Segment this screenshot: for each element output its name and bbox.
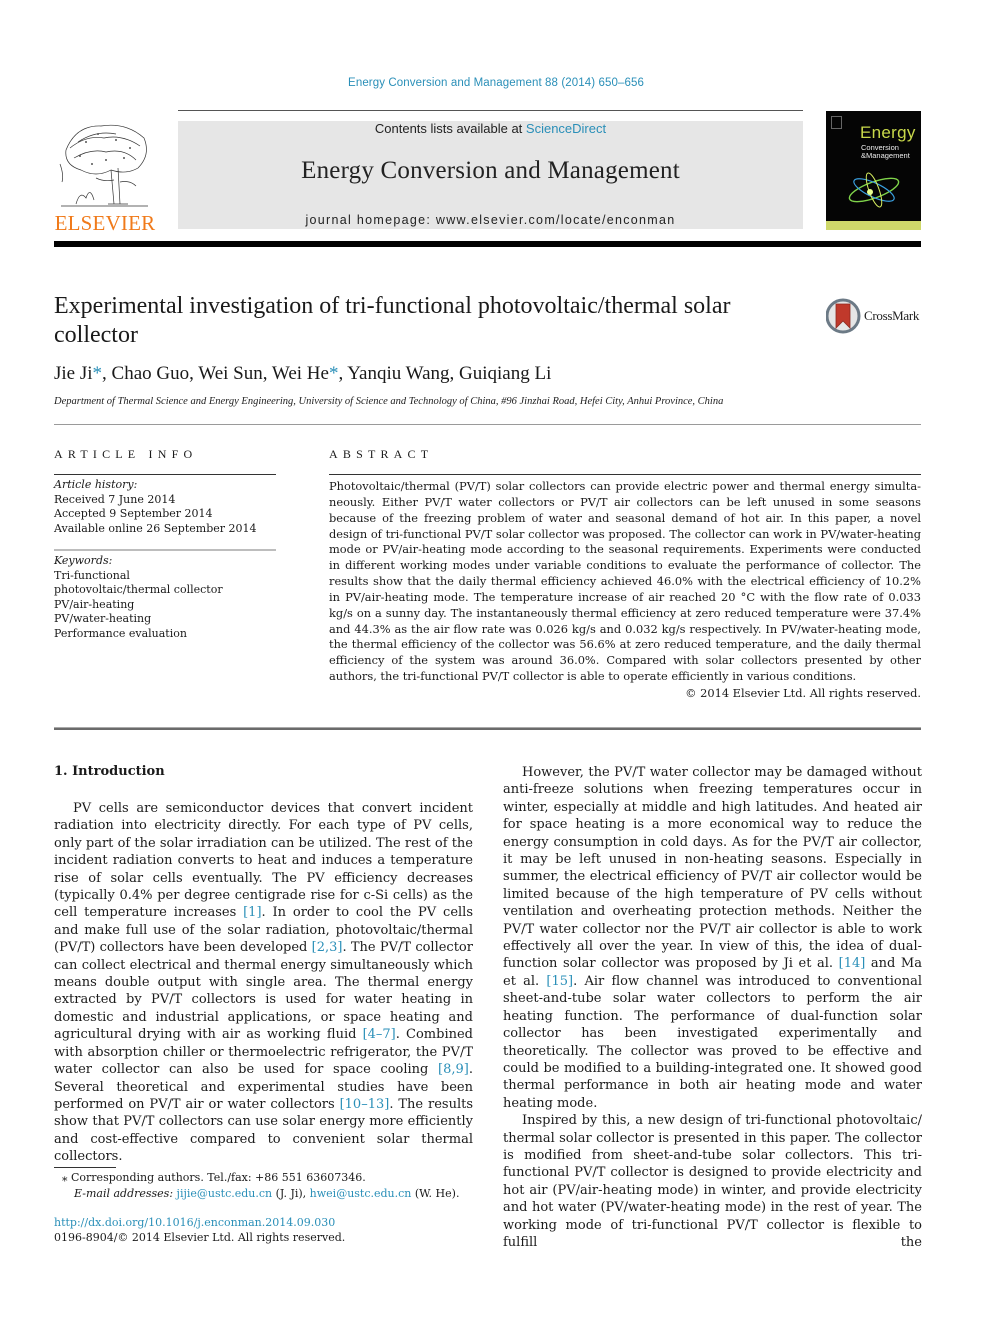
- body-text: However, the PV/T water collector may be…: [503, 765, 922, 972]
- cover-subtitle-line2: &Management: [861, 151, 910, 160]
- abstract-copyright: © 2014 Elsevier Ltd. All rights reserved…: [685, 686, 921, 700]
- keywords: Keywords: Tri-functional photovoltaic/th…: [54, 554, 244, 642]
- author-separator: ,: [189, 363, 199, 384]
- intro-paragraph-3: Inspired by this, a new design of tri-fu…: [503, 1113, 922, 1250]
- cover-energy-swirl-icon: [848, 172, 900, 208]
- article-info-divider: [54, 474, 276, 475]
- corresponding-author-marker[interactable]: *: [93, 363, 103, 384]
- contents-prefix: Contents lists available at: [374, 121, 526, 136]
- sciencedirect-link[interactable]: ScienceDirect: [526, 121, 606, 136]
- author-name[interactable]: Jie Ji: [54, 363, 93, 384]
- article-history: Article history: Received 7 June 2014 Ac…: [54, 478, 279, 536]
- header-divider: [178, 110, 803, 111]
- keywords-divider: [54, 549, 276, 551]
- author-separator: ,: [102, 363, 112, 384]
- author-separator: ,: [338, 363, 348, 384]
- citation-link[interactable]: [1]: [243, 905, 261, 920]
- author-separator: ,: [262, 363, 272, 384]
- corresponding-author-marker[interactable]: *: [329, 363, 339, 384]
- body-text: . Air flow channel was introduced to con…: [503, 973, 922, 1111]
- email-owner-hewei: (W. He).: [411, 1187, 460, 1200]
- keyword: Performance evaluation: [54, 626, 187, 640]
- crossmark-label: CrossMark: [864, 308, 920, 323]
- section-heading-introduction: 1. Introduction: [54, 764, 165, 779]
- journal-cover[interactable]: Energy Conversion &Management: [826, 111, 921, 230]
- author-name[interactable]: Wei Sun: [198, 363, 262, 384]
- cover-elsevier-emblem-icon: [831, 116, 842, 129]
- keyword: PV/water-heating: [54, 612, 152, 626]
- email-owner-jiji: (J. Ji),: [272, 1187, 310, 1200]
- body-column-left: PV cells are semiconductor devices that …: [54, 800, 473, 1166]
- article-title: Experimental investigation of tri-functi…: [54, 293, 731, 348]
- keyword: Tri-functional photovoltaic/thermal coll…: [54, 568, 223, 597]
- footnote-star: ⁎: [62, 1171, 68, 1184]
- homepage-link[interactable]: www.elsevier.com/locate/enconman: [436, 213, 676, 227]
- citation-link[interactable]: [15]: [546, 974, 573, 989]
- abstract-text: Photovoltaic/thermal (PV/T) solar collec…: [329, 479, 921, 684]
- title-divider: [54, 424, 921, 425]
- citation-link[interactable]: [8,9]: [438, 1062, 469, 1077]
- citation-link[interactable]: [10–13]: [340, 1097, 390, 1112]
- author-name[interactable]: Wei He: [272, 363, 329, 384]
- email-link-hewei[interactable]: hwei@ustc.edu.cn: [310, 1187, 412, 1200]
- cover-title: Energy: [860, 123, 916, 142]
- homepage-prefix: journal homepage:: [305, 213, 436, 227]
- elsevier-wordmark: ELSEVIER: [54, 211, 156, 235]
- body-text: PV cells are semiconductor devices that …: [54, 801, 473, 921]
- affiliation: Department of Thermal Science and Energy…: [54, 396, 724, 407]
- masthead-divider: [54, 241, 921, 247]
- keywords-label: Keywords:: [54, 554, 113, 567]
- issn-copyright: 0196-8904/© 2014 Elsevier Ltd. All right…: [54, 1231, 346, 1244]
- elsevier-tree-icon: [59, 124, 148, 207]
- intro-paragraph-2: However, the PV/T water collector may be…: [503, 764, 922, 1112]
- author-name[interactable]: Chao Guo: [112, 363, 190, 384]
- journal-reference-link[interactable]: Energy Conversion and Management 88 (201…: [0, 77, 992, 89]
- author-name[interactable]: Guiqiang Li: [459, 363, 551, 384]
- history-received: Received 7 June 2014: [54, 492, 176, 506]
- citation-link[interactable]: [14]: [839, 956, 866, 971]
- crossmark-button[interactable]: CrossMark: [825, 298, 926, 334]
- footnote-divider: [54, 1167, 116, 1168]
- abstract-divider: [329, 474, 921, 475]
- history-accepted: Accepted 9 September 2014: [54, 507, 213, 521]
- history-online: Available online 26 September 2014: [54, 521, 257, 535]
- cover-bottom-strip: [826, 221, 921, 230]
- doi-link[interactable]: http://dx.doi.org/10.1016/j.enconman.201…: [54, 1215, 345, 1230]
- journal-homepage: journal homepage: www.elsevier.com/locat…: [178, 213, 803, 227]
- cover-subtitle: Conversion &Management: [861, 144, 910, 160]
- corresponding-footnote: ⁎ Corresponding authors. Tel./fax: +86 5…: [62, 1170, 482, 1186]
- citation-link[interactable]: [4–7]: [363, 1027, 396, 1042]
- keyword: PV/air-heating: [54, 597, 135, 611]
- email-label: E-mail addresses:: [74, 1187, 174, 1200]
- citation-link[interactable]: [2,3]: [312, 940, 343, 955]
- contents-line: Contents lists available at ScienceDirec…: [178, 121, 803, 136]
- author-name[interactable]: Yanqiu Wang: [347, 363, 449, 384]
- abstract-heading: ABSTRACT: [329, 447, 434, 461]
- article-info-heading: ARTICLE INFO: [54, 447, 198, 461]
- body-column-right: However, the PV/T water collector may be…: [503, 764, 922, 1251]
- crossmark-icon: [825, 298, 861, 334]
- email-link-jiji[interactable]: jijie@ustc.edu.cn: [177, 1187, 273, 1200]
- author-separator: ,: [449, 363, 460, 384]
- front-matter-divider: [54, 727, 921, 730]
- article-history-label: Article history:: [54, 478, 138, 491]
- elsevier-logo[interactable]: ELSEVIER: [54, 120, 156, 235]
- journal-banner: Contents lists available at ScienceDirec…: [178, 121, 803, 229]
- intro-paragraph-1: PV cells are semiconductor devices that …: [54, 800, 473, 1166]
- journal-title: Energy Conversion and Management: [301, 157, 680, 184]
- author-list: Jie Ji*, Chao Guo, Wei Sun, Wei He*, Yan…: [54, 363, 551, 385]
- email-footnote: E-mail addresses: jijie@ustc.edu.cn (J. …: [74, 1186, 494, 1202]
- footnote-text: Corresponding authors. Tel./fax: +86 551…: [71, 1171, 366, 1184]
- doi-block: http://dx.doi.org/10.1016/j.enconman.201…: [54, 1215, 345, 1245]
